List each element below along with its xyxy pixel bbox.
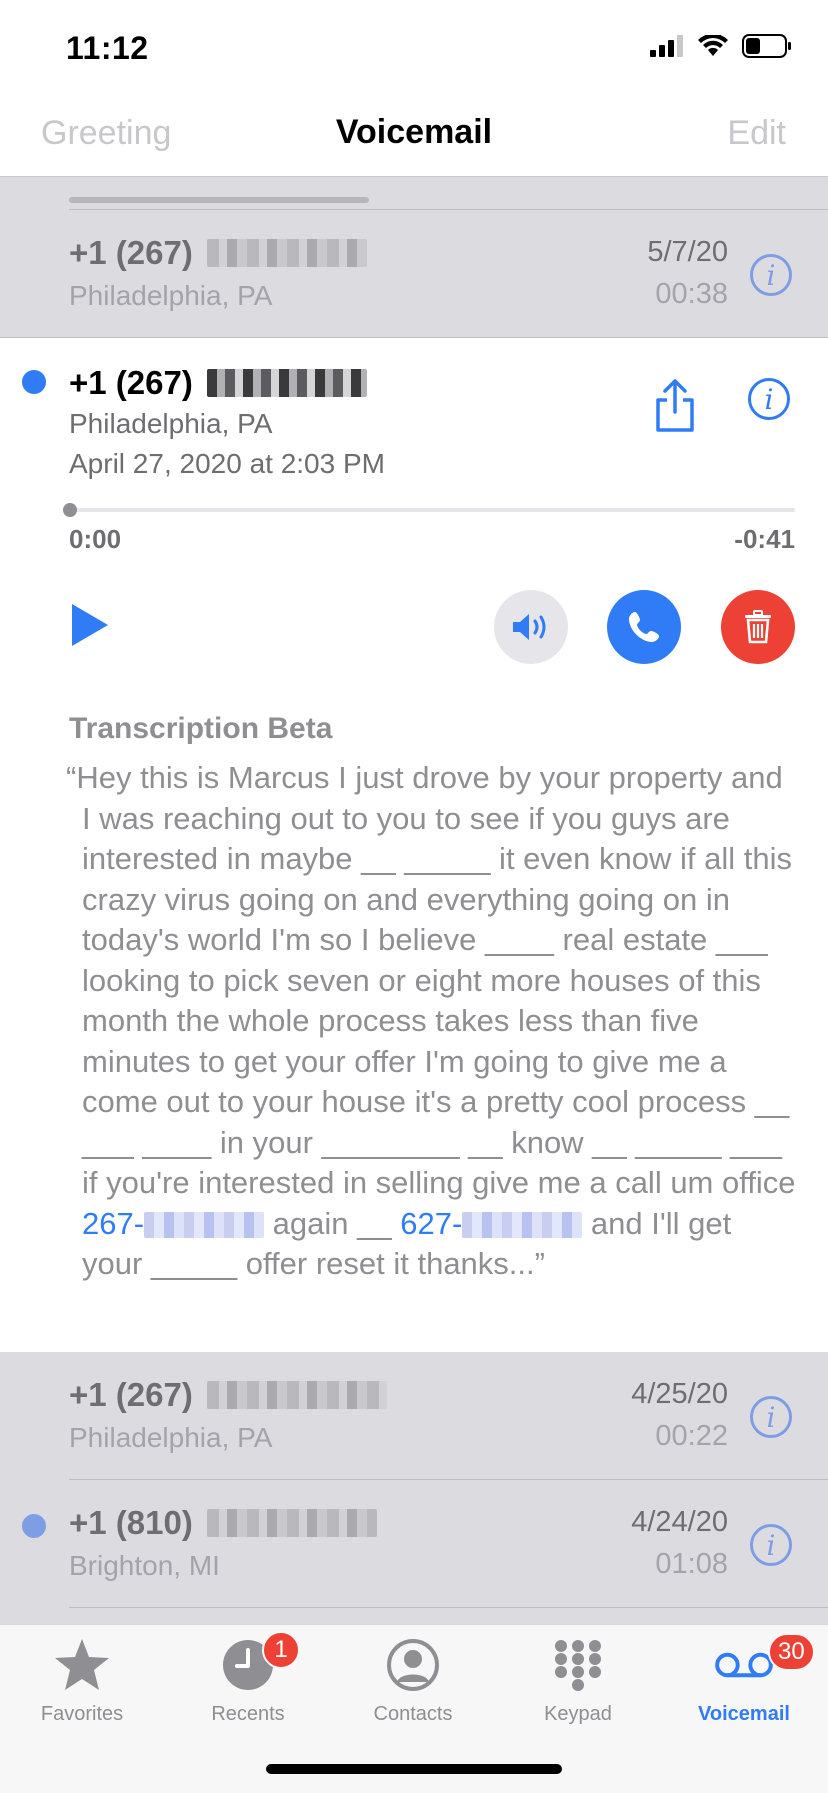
caller-location: Philadelphia, PA — [69, 280, 273, 311]
speaker-button[interactable] — [494, 590, 568, 664]
notification-badge: 1 — [262, 1631, 300, 1669]
voicemail-date: 5/7/20 — [647, 236, 728, 268]
speaker-icon — [513, 614, 546, 640]
person-circle-icon — [387, 1639, 439, 1691]
battery-icon — [742, 34, 791, 58]
call-back-button[interactable] — [607, 590, 681, 664]
redacted-number — [206, 1381, 387, 1409]
tab-voicemail[interactable]: Voicemail 30 — [674, 1633, 815, 1726]
redacted-number — [144, 1212, 265, 1239]
list-item-partial — [0, 1608, 828, 1624]
info-icon[interactable]: i — [750, 1396, 792, 1438]
playback-scrubber[interactable] — [69, 508, 795, 512]
caller-location: Philadelphia, PA — [69, 1422, 273, 1453]
tab-keypad[interactable]: Keypad — [508, 1635, 648, 1726]
phone-link[interactable]: 627- — [400, 1206, 583, 1241]
voicemail-datetime: April 27, 2020 at 2:03 PM — [69, 448, 385, 479]
tab-recents[interactable]: Recents 1 — [178, 1631, 318, 1726]
caller-location: Brighton, MI — [69, 1550, 220, 1581]
scrubber-thumb[interactable] — [63, 503, 77, 517]
tab-favorites[interactable]: Favorites — [12, 1635, 152, 1726]
redacted-number — [206, 239, 367, 267]
voicemail-duration: 00:38 — [655, 278, 728, 310]
transcription-text: “Hey this is Marcus I just drove by your… — [66, 760, 796, 1281]
edit-button[interactable]: Edit — [727, 114, 786, 153]
tab-label: Keypad — [544, 1703, 612, 1725]
voicemail-duration: 00:22 — [655, 1420, 728, 1452]
star-icon — [55, 1639, 109, 1690]
share-icon[interactable] — [650, 378, 700, 434]
caller-number: +1 (267) — [69, 234, 367, 272]
voicemail-date: 4/25/20 — [631, 1378, 728, 1410]
home-indicator[interactable] — [266, 1764, 562, 1774]
voicemail-row[interactable]: +1 (267) Philadelphia, PA 5/7/20 00:38 i — [0, 210, 828, 338]
play-icon[interactable] — [70, 602, 110, 648]
phone-icon — [629, 612, 659, 642]
tab-label: Recents — [211, 1703, 285, 1725]
transcription-heading: Transcription Beta — [69, 712, 333, 745]
trash-icon — [745, 610, 771, 644]
greeting-button[interactable]: Greeting — [41, 114, 171, 153]
list-item-partial — [0, 177, 828, 210]
info-icon[interactable]: i — [750, 1524, 792, 1566]
voicemail-date: 4/24/20 — [631, 1506, 728, 1538]
redacted-number — [462, 1212, 583, 1239]
delete-button[interactable] — [721, 590, 795, 664]
status-time: 11:12 — [66, 30, 149, 66]
voicemail-row[interactable]: +1 (267) Philadelphia, PA 4/25/20 00:22 … — [0, 1352, 828, 1480]
caller-number: +1 (267) — [69, 364, 367, 402]
tab-label: Contacts — [373, 1703, 453, 1725]
info-icon[interactable]: i — [748, 378, 790, 420]
cellular-signal-icon — [650, 35, 683, 57]
phone-link[interactable]: 267- — [82, 1206, 265, 1241]
expanded-voicemail: +1 (267) Philadelphia, PA April 27, 2020… — [0, 338, 828, 1352]
tab-contacts[interactable]: Contacts — [343, 1635, 483, 1726]
unread-indicator — [22, 1514, 46, 1538]
status-icons — [650, 34, 792, 58]
redacted-number — [206, 369, 367, 397]
caller-number: +1 (267) — [69, 1376, 387, 1414]
voicemail-row[interactable]: +1 (810) Brighton, MI 4/24/20 01:08 i — [0, 1480, 828, 1608]
voicemail-duration: 01:08 — [655, 1548, 728, 1580]
wifi-icon — [698, 35, 728, 56]
tab-label: Voicemail — [698, 1703, 790, 1725]
info-icon[interactable]: i — [750, 254, 792, 296]
time-elapsed: 0:00 — [69, 524, 122, 554]
voicemail-icon — [715, 1652, 773, 1678]
notification-badge: 30 — [768, 1633, 815, 1671]
keypad-icon — [555, 1640, 601, 1691]
unread-indicator — [22, 370, 46, 394]
time-remaining: -0:41 — [734, 524, 795, 554]
redacted-number — [206, 1509, 377, 1537]
caller-number: +1 (810) — [69, 1504, 377, 1542]
cut-off-text — [69, 197, 369, 203]
status-bar: 11:12 — [0, 0, 828, 96]
tab-label: Favorites — [40, 1703, 124, 1725]
caller-location: Philadelphia, PA — [69, 408, 273, 439]
navigation-bar: Greeting Voicemail Edit — [0, 96, 828, 177]
